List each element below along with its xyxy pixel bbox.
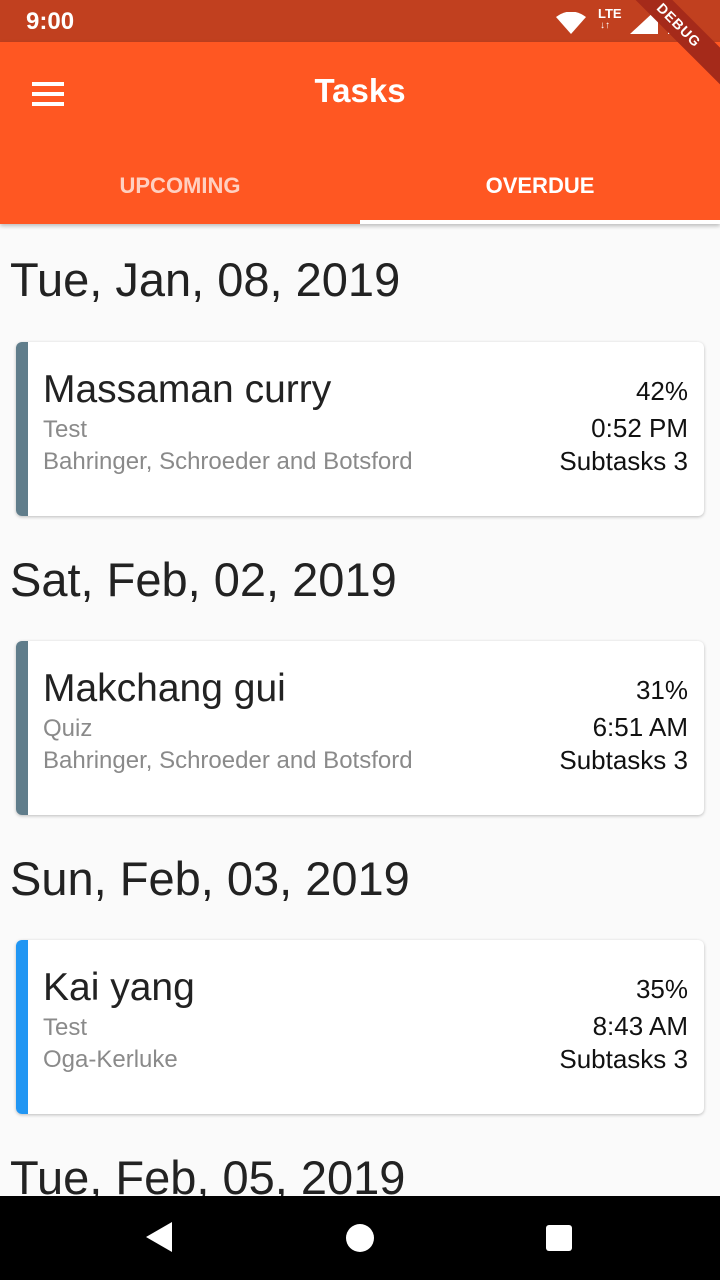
task-name: Makchang gui xyxy=(43,667,286,710)
task-card[interactable]: Kai yang Test Oga-Kerluke 35% 8:43 AM Su… xyxy=(16,940,704,1114)
task-card[interactable]: Makchang gui Quiz Bahringer, Schroeder a… xyxy=(16,641,704,815)
nav-bar xyxy=(0,1196,720,1280)
task-accent xyxy=(16,940,28,1114)
task-time: 8:43 AM xyxy=(592,1011,688,1041)
tab-upcoming[interactable]: UPCOMING xyxy=(0,148,360,224)
back-icon[interactable] xyxy=(146,1222,172,1252)
task-company: Bahringer, Schroeder and Botsford xyxy=(43,747,413,774)
date-header: Sun, Feb, 03, 2019 xyxy=(10,852,410,905)
app-bar: Tasks UPCOMING OVERDUE xyxy=(0,42,720,224)
status-bar: 9:00 LTE ↓↑ xyxy=(0,0,720,42)
date-header: Tue, Jan, 08, 2019 xyxy=(10,253,401,306)
recents-icon[interactable] xyxy=(546,1225,572,1251)
page-title: Tasks xyxy=(314,72,406,109)
task-accent xyxy=(16,342,28,516)
task-name: Kai yang xyxy=(43,966,195,1009)
task-progress: 31% xyxy=(635,675,688,705)
status-time: 9:00 xyxy=(26,8,75,35)
task-accent xyxy=(16,641,28,815)
task-list[interactable]: Tue, Jan, 08, 2019 Massaman curry Test B… xyxy=(0,224,720,1196)
task-subtasks: Subtasks 3 xyxy=(559,446,688,476)
task-subtasks: Subtasks 3 xyxy=(559,1044,688,1074)
tab-overdue[interactable]: OVERDUE xyxy=(360,148,720,224)
task-type: Test xyxy=(43,416,88,443)
task-time: 0:52 PM xyxy=(591,413,688,443)
task-time: 6:51 AM xyxy=(592,712,688,742)
task-card[interactable]: Massaman curry Test Bahringer, Schroeder… xyxy=(16,342,704,516)
lte-arrows-icon: ↓↑ xyxy=(600,20,610,31)
task-progress: 42% xyxy=(635,376,688,406)
home-icon[interactable] xyxy=(346,1224,374,1252)
task-progress: 35% xyxy=(635,974,688,1004)
task-type: Test xyxy=(43,1014,88,1041)
lte-label: LTE xyxy=(598,6,622,21)
task-company: Bahringer, Schroeder and Botsford xyxy=(43,448,413,475)
task-type: Quiz xyxy=(43,715,93,742)
date-header: Tue, Feb, 05, 2019 xyxy=(10,1151,406,1196)
date-header: Sat, Feb, 02, 2019 xyxy=(10,553,397,606)
task-company: Oga-Kerluke xyxy=(43,1046,178,1073)
task-subtasks: Subtasks 3 xyxy=(559,745,688,775)
wifi-icon xyxy=(556,12,586,34)
task-name: Massaman curry xyxy=(43,368,332,411)
